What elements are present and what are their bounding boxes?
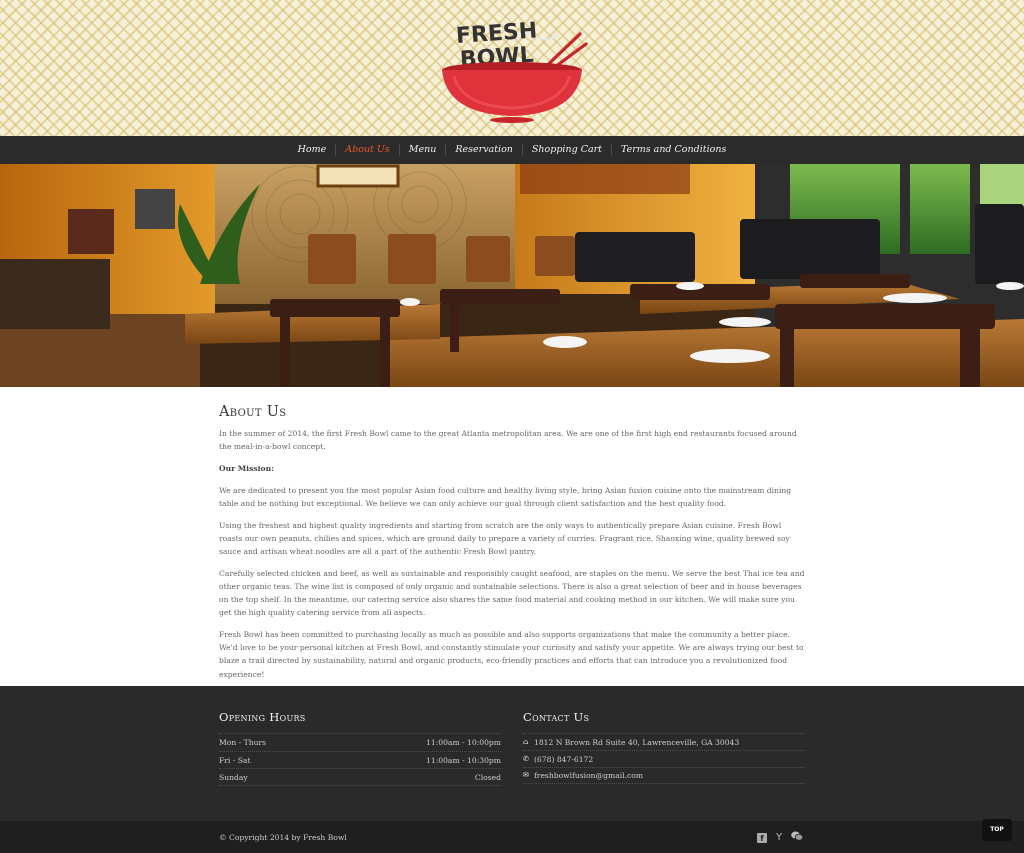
page-title: About Us (219, 404, 287, 420)
copyright-text: © Copyright 2014 by Fresh Bowl (219, 833, 347, 842)
nav-item-shopping-cart[interactable]: Shopping Cart (521, 144, 611, 156)
hours-row: Sunday Closed (219, 768, 501, 786)
restaurant-interior-photo (0, 164, 1024, 387)
contact-phone-row[interactable]: ✆ (678) 847-6172 (523, 750, 805, 767)
yelp-icon[interactable]: Y (776, 832, 782, 843)
contact-address-row: ⌂ 1812 N Brown Rd Suite 40, Lawrencevill… (523, 733, 805, 750)
hours-day: Sunday (219, 773, 248, 782)
site-footer: Opening Hours Mon - Thurs 11:00am - 10:0… (0, 686, 1024, 821)
menu-paragraph: Carefully selected chicken and beef, as … (219, 568, 805, 618)
hours-time: 11:00am - 10:30pm (426, 755, 501, 765)
contact-email-row[interactable]: ✉ freshbowlfusion@gmail.com (523, 767, 805, 784)
mission-paragraph: We are dedicated to present you the most… (219, 485, 792, 508)
about-content: About Us In the summer of 2014, the firs… (219, 404, 805, 689)
community-paragraph: Fresh Bowl has been committed to purchas… (219, 629, 804, 679)
contact-address: 1812 N Brown Rd Suite 40, Lawrenceville,… (534, 737, 740, 747)
opening-hours-title: Opening Hours (219, 710, 306, 724)
main-nav: Home About Us Menu Reservation Shopping Cart… (0, 136, 1024, 164)
hours-row: Mon - Thurs 11:00am - 10:00pm (219, 733, 501, 751)
contact-phone[interactable]: (678) 847-6172 (534, 751, 593, 768)
mission-heading: Our Mission: (219, 463, 274, 473)
intro-paragraph: In the summer of 2014, the first Fresh B… (219, 429, 797, 452)
nav-item-about-us[interactable]: About Us (335, 144, 399, 156)
nav-item-reservation[interactable]: Reservation (445, 144, 522, 156)
hours-time: Closed (474, 773, 501, 782)
opening-hours: Opening Hours Mon - Thurs 11:00am - 10:0… (219, 710, 501, 786)
hours-row: Fri - Sat 11:00am - 10:30pm (219, 750, 501, 769)
fresh-bowl-logo[interactable]: FRESH BOWL (440, 14, 590, 124)
ingredients-paragraph: Using the freshest and highest quality i… (219, 520, 790, 556)
envelope-icon: ✉ (523, 771, 529, 779)
home-icon: ⌂ (523, 737, 529, 746)
hours-time: 11:00am - 10:00pm (426, 738, 501, 747)
hours-day: Mon - Thurs (219, 738, 267, 747)
facebook-icon[interactable]: f (757, 832, 767, 843)
contact-us: Contact Us ⌂ 1812 N Brown Rd Suite 40, L… (523, 710, 805, 784)
nav-item-home[interactable]: Home (289, 144, 336, 156)
back-to-top-button[interactable]: TOP (982, 819, 1012, 841)
wechat-icon[interactable] (791, 831, 804, 844)
site-header: FRESH BOWL (0, 0, 1024, 136)
social-links: f Y (757, 831, 804, 844)
phone-icon: ✆ (523, 754, 529, 763)
hours-day: Fri - Sat (219, 755, 251, 765)
nav-item-terms-and-conditions[interactable]: Terms and Conditions (610, 144, 735, 156)
bottom-bar: © Copyright 2014 by Fresh Bowl f Y (0, 821, 1024, 853)
contact-email[interactable]: freshbowlfusion@gmail.com (534, 767, 643, 784)
contact-title: Contact Us (523, 710, 590, 724)
nav-item-menu[interactable]: Menu (398, 144, 446, 156)
